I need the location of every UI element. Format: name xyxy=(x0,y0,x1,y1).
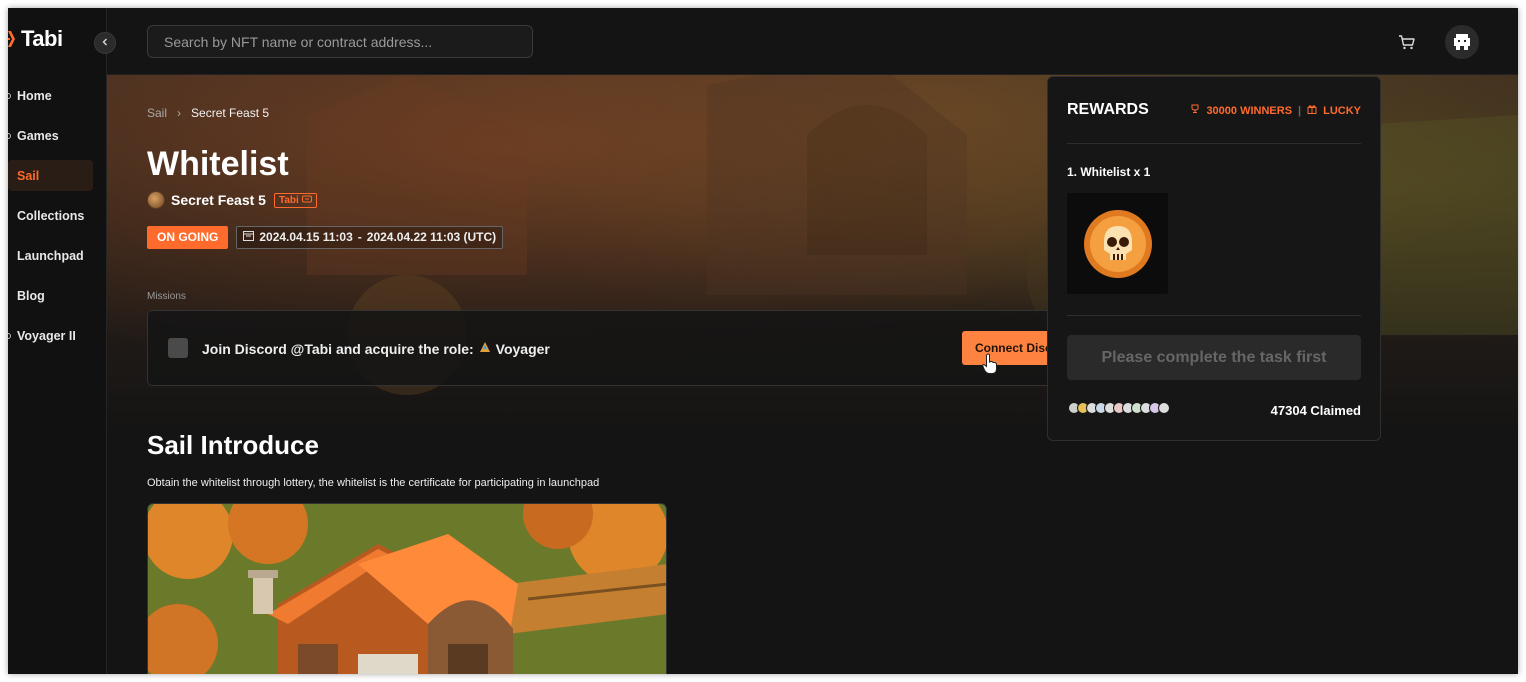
date-separator: - xyxy=(357,230,362,244)
winners-count: 30000 WINNERS xyxy=(1206,104,1293,117)
intro-image xyxy=(147,503,667,674)
date-end: 2024.04.22 11:03 (UTC) xyxy=(366,230,497,244)
section-description: Obtain the whitelist through lottery, th… xyxy=(147,477,600,489)
sidebar-item-voyager[interactable]: Voyager II xyxy=(8,320,107,351)
sidebar-collapse-button[interactable] xyxy=(94,32,116,54)
complete-task-button[interactable]: Please complete the task first xyxy=(1067,335,1361,380)
trophy-icon xyxy=(1190,104,1200,117)
pixel-avatar-icon xyxy=(1454,34,1470,50)
sidebar-item-collections[interactable]: Collections xyxy=(8,200,107,231)
claimed-count: 47304 Claimed xyxy=(1270,403,1361,418)
sidebar: Tabi Home Games Sail Collections Launchp… xyxy=(8,8,107,674)
mission-role: Voyager xyxy=(495,340,550,357)
sidebar-item-label: Home xyxy=(17,88,52,103)
divider xyxy=(1067,143,1361,144)
sidebar-item-home[interactable]: Home xyxy=(8,80,107,111)
status-badge: ON GOING xyxy=(147,226,229,249)
project-avatar xyxy=(147,191,165,209)
top-bar xyxy=(107,8,1518,75)
calendar-icon xyxy=(243,227,255,248)
meta-separator: | xyxy=(1298,104,1302,117)
reward-item: 1. Whitelist x 1 xyxy=(1067,165,1151,179)
status-row: ON GOING 2024.04.15 11:03 - 2024.04.22 1… xyxy=(147,226,504,249)
mission-checkbox[interactable] xyxy=(168,338,188,358)
gift-icon xyxy=(1307,104,1317,117)
sidebar-item-games[interactable]: Games xyxy=(8,120,107,151)
search-input[interactable] xyxy=(147,25,533,58)
rewards-panel: REWARDS 30000 WINNERS | LUCKY 1. Whiteli… xyxy=(1047,76,1381,441)
home-icon xyxy=(8,92,11,99)
mission-card: Join Discord @Tabi and acquire the role:… xyxy=(147,310,1123,386)
date-range: 2024.04.15 11:03 - 2024.04.22 11:03 (UTC… xyxy=(236,226,504,249)
sidebar-item-sail[interactable]: Sail xyxy=(8,160,93,191)
chain-tag: Tabi xyxy=(273,192,317,208)
rewards-title: REWARDS xyxy=(1067,101,1149,118)
tabi-logo-icon xyxy=(8,29,18,49)
breadcrumb: Sail › Secret Feast 5 xyxy=(147,106,269,120)
project-name[interactable]: Secret Feast 5 xyxy=(171,192,266,208)
gamepad-icon xyxy=(301,195,312,206)
sidebar-item-blog[interactable]: Blog xyxy=(8,280,107,311)
breadcrumb-current: Secret Feast 5 xyxy=(191,106,270,120)
logo-text: Tabi xyxy=(21,26,63,51)
breadcrumb-separator: › xyxy=(177,106,182,120)
sidebar-item-label: Launchpad xyxy=(17,248,84,263)
reward-image xyxy=(1067,193,1168,294)
date-start: 2024.04.15 11:03 xyxy=(259,230,353,244)
claimers-avatars xyxy=(1068,402,1170,414)
games-icon xyxy=(8,132,11,139)
avatar[interactable] xyxy=(1445,25,1479,59)
avatar xyxy=(1158,402,1170,414)
page-title: Whitelist xyxy=(147,145,289,183)
sidebar-item-label: Collections xyxy=(17,208,85,223)
sidebar-nav: Home Games Sail Collections Launchpad Bl… xyxy=(8,80,107,360)
section-title: Sail Introduce xyxy=(147,430,319,460)
chain-tag-label: Tabi xyxy=(278,194,299,206)
cart-icon[interactable] xyxy=(1397,32,1417,52)
lucky-label: LUCKY xyxy=(1323,104,1361,117)
missions-label: Missions xyxy=(147,291,186,302)
sidebar-item-label: Blog xyxy=(17,288,45,303)
project-row: Secret Feast 5 Tabi xyxy=(147,191,317,209)
skull-coin-icon xyxy=(1083,209,1152,278)
hand-cursor-icon xyxy=(982,353,998,375)
missions-header: Missions 0 / 1 xyxy=(147,291,1104,302)
logo[interactable]: Tabi xyxy=(8,26,63,52)
voyager-icon xyxy=(8,332,11,339)
sidebar-item-label: Sail xyxy=(17,168,40,183)
chevron-left-icon xyxy=(101,37,109,49)
sidebar-item-label: Voyager II xyxy=(17,328,76,343)
app-window: Tabi Home Games Sail Collections Launchp… xyxy=(8,8,1518,674)
voyager-role-icon xyxy=(478,340,492,357)
sidebar-item-launchpad[interactable]: Launchpad xyxy=(8,240,107,271)
mission-description: Join Discord @Tabi and acquire the role:… xyxy=(202,340,550,357)
breadcrumb-root[interactable]: Sail xyxy=(147,106,167,120)
rewards-meta: 30000 WINNERS | LUCKY xyxy=(1190,104,1361,117)
mission-text: Join Discord @Tabi and acquire the role: xyxy=(202,340,474,357)
divider xyxy=(1067,315,1361,316)
sidebar-item-label: Games xyxy=(17,128,59,143)
